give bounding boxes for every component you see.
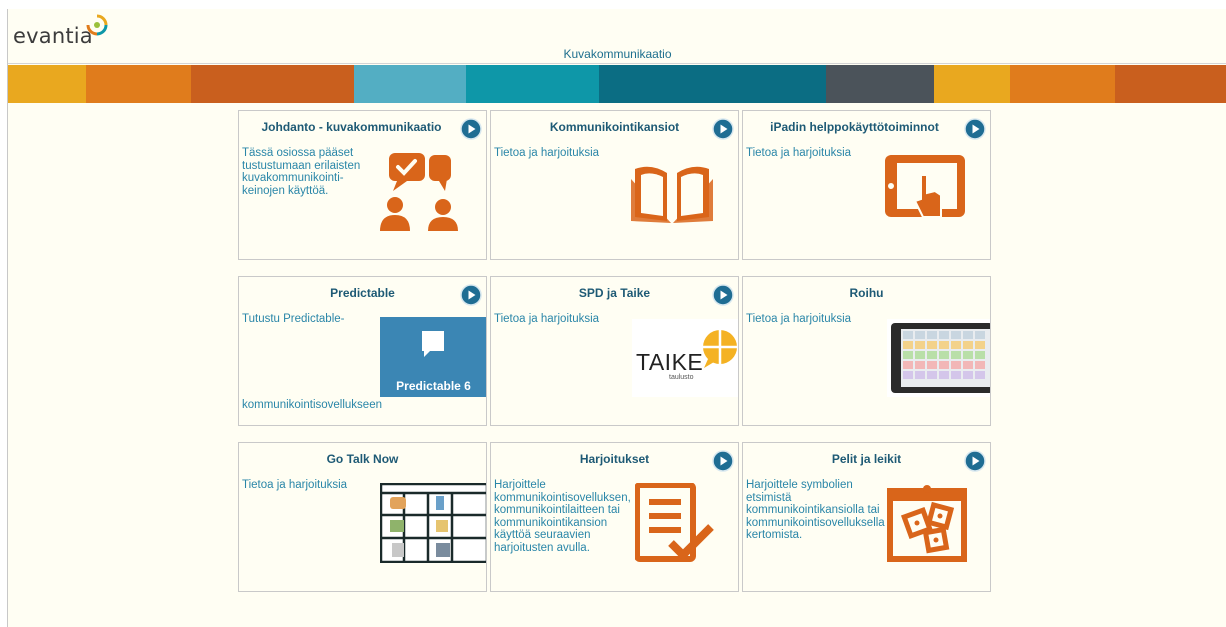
play-icon[interactable]	[712, 450, 734, 472]
play-icon[interactable]	[964, 118, 986, 140]
play-icon[interactable]	[460, 118, 482, 140]
speech-bubble-icon	[703, 330, 737, 368]
card-description: Tietoa ja harjoituksia	[494, 147, 600, 159]
card-description: Harjoittele kommunikointisovelluksen, ko…	[494, 479, 631, 554]
stripe-segment	[8, 65, 86, 103]
card-description: Harjoittele symbolien etsimistä kommunik…	[746, 479, 885, 541]
page-title: Kuvakommunikaatio	[563, 47, 672, 61]
card-harjoitukset[interactable]: Harjoitukset Harjoittele kommunikointiso…	[490, 442, 739, 592]
card-roihu[interactable]: Roihu Tietoa ja harjoituksia	[742, 276, 991, 426]
card-title: SPD ja Taike	[578, 286, 651, 300]
card-description-bottom: kommunikointisovellukseen	[242, 399, 382, 411]
page: evantia Kuvakommunikaatio Johdanto - kuv…	[7, 9, 1226, 627]
play-icon[interactable]	[712, 284, 734, 306]
stripe-segment	[826, 65, 934, 103]
card-description: Tietoa ja harjoituksia	[494, 313, 600, 325]
stripe-segment	[599, 65, 826, 103]
module-grid: Johdanto - kuvakommunikaatio Tässä osios…	[238, 110, 992, 594]
people-chat-icon	[380, 153, 458, 231]
card-title: Roihu	[849, 286, 884, 300]
taike-word: TAIKE	[636, 349, 704, 375]
card-description: Tietoa ja harjoituksia	[746, 147, 852, 159]
card-pelit-ja-leikit[interactable]: Pelit ja leikit Harjoittele symbolien et…	[742, 442, 991, 592]
stripe-segment	[354, 65, 466, 103]
card-description: Tietoa ja harjoituksia	[746, 313, 852, 325]
card-description: Tässä osiossa pääset tustustumaan erilai…	[242, 147, 361, 197]
checklist-icon	[635, 483, 714, 562]
tablet-device-image	[887, 319, 990, 397]
card-description: Tietoa ja harjoituksia	[242, 479, 348, 491]
card-ipadin-helppokayttotoiminnot[interactable]: iPadin helppokäyttötoiminnot Tietoa ja h…	[742, 110, 991, 260]
taike-logo: TAIKE taulusto	[632, 319, 738, 397]
stripe-segment	[86, 65, 191, 103]
stripe-segment	[466, 65, 599, 103]
card-predictable[interactable]: Predictable Tutustu Predictable- Predict…	[238, 276, 487, 426]
card-title: Go Talk Now	[326, 452, 399, 466]
puzzle-board-icon	[887, 485, 967, 562]
card-go-talk-now[interactable]: Go Talk Now Tietoa ja harjoituksia	[238, 442, 487, 592]
tablet-touch-icon	[885, 155, 965, 218]
card-title: Harjoitukset	[579, 452, 650, 466]
play-icon[interactable]	[964, 450, 986, 472]
title-divider	[8, 63, 1226, 64]
stripe-segment	[1010, 65, 1115, 103]
open-book-icon	[631, 166, 713, 223]
speech-bubble-icon	[422, 331, 444, 357]
predictable-label: Predictable 6	[396, 379, 471, 393]
card-spd-ja-taike[interactable]: SPD ja Taike Tietoa ja harjoituksia TAIK…	[490, 276, 739, 426]
card-title: iPadin helppokäyttötoiminnot	[770, 120, 939, 134]
card-description: Tutustu Predictable-	[242, 313, 345, 325]
stripe-segment	[191, 65, 354, 103]
card-title: Predictable	[330, 286, 395, 300]
play-icon[interactable]	[460, 284, 482, 306]
play-icon[interactable]	[712, 118, 734, 140]
stripe-segment	[1115, 65, 1226, 103]
card-kommunikointikansiot[interactable]: Kommunikointikansiot Tietoa ja harjoituk…	[490, 110, 739, 260]
card-title: Johdanto - kuvakommunikaatio	[261, 120, 442, 134]
card-johdanto[interactable]: Johdanto - kuvakommunikaatio Tässä osios…	[238, 110, 487, 260]
card-title: Pelit ja leikit	[831, 452, 902, 466]
color-stripe	[8, 65, 1226, 103]
evantia-logo[interactable]: evantia	[13, 14, 133, 48]
logo-swirl-icon	[86, 14, 108, 36]
taike-subtitle: taulusto	[669, 374, 694, 381]
stripe-segment	[934, 65, 1010, 103]
logo-text: evantia	[13, 24, 93, 48]
symbol-grid-image	[380, 483, 486, 563]
predictable-logo: Predictable 6	[380, 317, 486, 397]
card-title: Kommunikointikansiot	[549, 120, 680, 134]
